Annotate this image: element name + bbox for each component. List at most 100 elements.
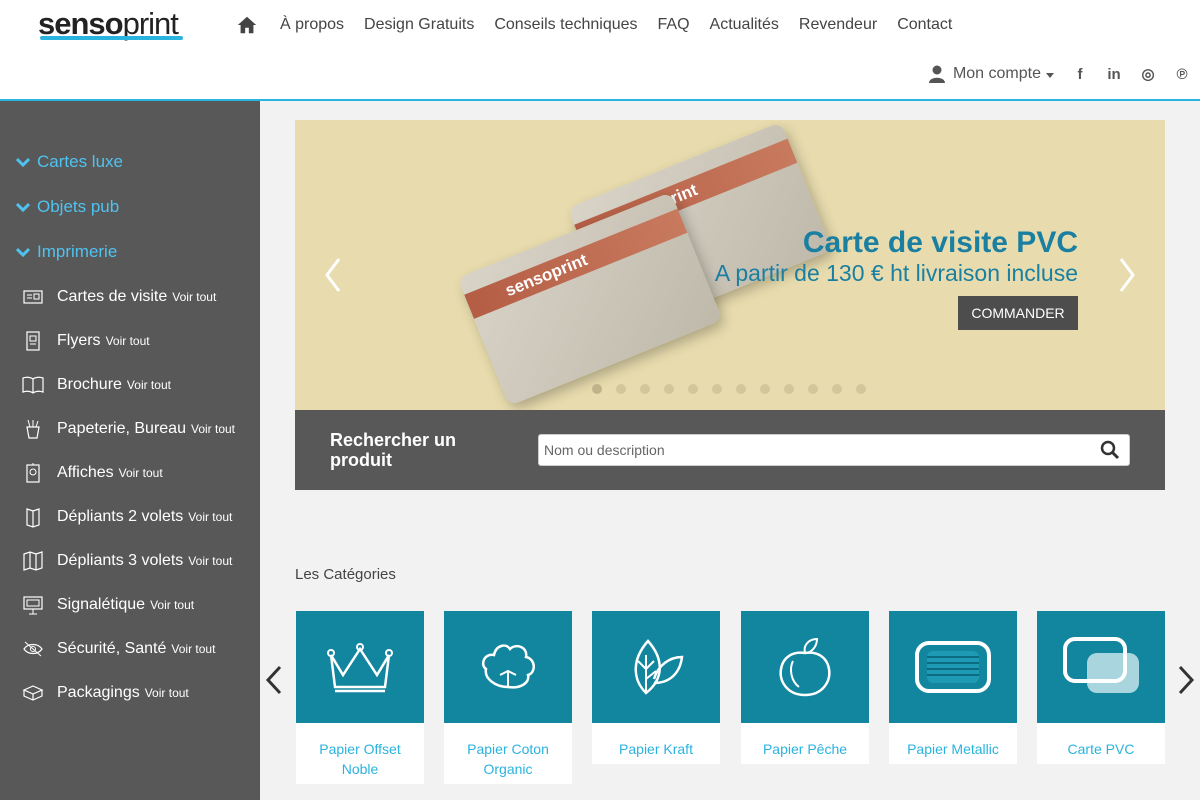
category-name: Papier Kraft <box>619 741 693 757</box>
pinterest-icon[interactable]: ℗ <box>1174 64 1190 84</box>
sidebar-item-packaging[interactable]: Packagings Voir tout <box>22 682 189 704</box>
home-icon[interactable] <box>236 14 258 36</box>
see-all-link[interactable]: Voir tout <box>119 466 163 480</box>
nav-about[interactable]: À propos <box>280 14 344 36</box>
category-tile-offset[interactable]: Papier Offset Noble <box>296 611 424 784</box>
see-all-link[interactable]: Voir tout <box>188 510 232 524</box>
sidebar-item-flyers[interactable]: Flyers Voir tout <box>22 330 150 352</box>
poster-icon <box>26 463 40 483</box>
sidebar-item-leaflet-2[interactable]: Dépliants 2 volets Voir tout <box>22 506 232 528</box>
facebook-icon[interactable]: f <box>1072 64 1088 84</box>
search-icon[interactable] <box>1100 440 1120 460</box>
user-icon <box>928 65 945 83</box>
stationery-icon <box>26 419 40 439</box>
slider-dot[interactable] <box>736 384 746 394</box>
slide-title: Carte de visite PVC <box>802 226 1078 259</box>
chevron-down-icon <box>16 247 30 258</box>
order-button[interactable]: COMMANDER <box>958 296 1078 330</box>
category-tile-cotton[interactable]: Papier Coton Organic <box>444 611 572 784</box>
sidebar-cat-promo-objects[interactable]: Objets pub <box>16 197 119 217</box>
search-bar: Rechercher un produit <box>295 410 1165 490</box>
see-all-link[interactable]: Voir tout <box>191 422 235 436</box>
peach-icon <box>779 637 831 697</box>
category-tile-pvc[interactable]: Carte PVC <box>1037 611 1165 764</box>
sidebar-item-safety[interactable]: Sécurité, Santé Voir tout <box>22 638 215 660</box>
slider-dot[interactable] <box>664 384 674 394</box>
nav-contact[interactable]: Contact <box>897 14 952 36</box>
sidebar-item-business-cards[interactable]: Cartes de visite Voir tout <box>22 286 216 308</box>
nav-news[interactable]: Actualités <box>710 14 779 36</box>
leaf-icon <box>634 639 684 695</box>
category-name: Papier Metallic <box>907 741 999 757</box>
chevron-down-icon <box>16 157 30 168</box>
chevron-left-icon[interactable] <box>264 664 284 696</box>
hero-slider: sensoprint sensoprint Carte de visite PV… <box>295 120 1165 410</box>
account-menu[interactable]: Mon compte <box>928 65 1054 83</box>
sidebar: Cartes luxe Objets pub Imprimerie Cartes… <box>0 101 260 800</box>
see-all-link[interactable]: Voir tout <box>150 598 194 612</box>
slider-dot[interactable] <box>640 384 650 394</box>
sidebar-item-leaflet-3[interactable]: Dépliants 3 volets Voir tout <box>22 550 232 572</box>
search-input[interactable] <box>538 434 1130 466</box>
chevron-right-icon[interactable] <box>1115 255 1139 295</box>
slide-subtitle: A partir de 130 € ht livraison incluse <box>714 260 1078 286</box>
slider-dot[interactable] <box>760 384 770 394</box>
category-name: Carte PVC <box>1067 741 1135 757</box>
package-icon <box>22 685 44 701</box>
slider-dot[interactable] <box>808 384 818 394</box>
slider-dots <box>592 384 880 394</box>
site-header: sensoprint À propos Design Gratuits Cons… <box>0 0 1200 101</box>
account-label: Mon compte <box>952 65 1041 82</box>
cotton-icon <box>482 644 535 689</box>
see-all-link[interactable]: Voir tout <box>106 334 150 348</box>
slider-dot[interactable] <box>856 384 866 394</box>
see-all-link[interactable]: Voir tout <box>145 686 189 700</box>
nav-tech-tips[interactable]: Conseils techniques <box>494 14 637 36</box>
sidebar-cat-luxury-cards[interactable]: Cartes luxe <box>16 152 123 172</box>
slider-dot[interactable] <box>616 384 626 394</box>
slider-dot[interactable] <box>712 384 722 394</box>
leaflet-2-icon <box>26 508 40 528</box>
pvc-card-icon <box>1063 637 1139 693</box>
category-tile-metallic[interactable]: Papier Metallic <box>889 611 1017 764</box>
business-card-icon <box>23 290 43 304</box>
category-name: Papier Pêche <box>762 741 848 757</box>
sidebar-item-brochure[interactable]: Brochure Voir tout <box>22 374 171 396</box>
nav-reseller[interactable]: Revendeur <box>799 14 877 36</box>
nav-free-designs[interactable]: Design Gratuits <box>364 14 474 36</box>
chevron-left-icon[interactable] <box>321 255 345 295</box>
slider-dot[interactable] <box>832 384 842 394</box>
see-all-link[interactable]: Voir tout <box>171 642 215 656</box>
instagram-icon[interactable]: ◎ <box>1140 64 1156 84</box>
sidebar-item-stationery[interactable]: Papeterie, Bureau Voir tout <box>22 418 235 440</box>
sidebar-item-signage[interactable]: Signalétique Voir tout <box>22 594 194 616</box>
crown-icon <box>327 643 393 693</box>
chevron-right-icon[interactable] <box>1176 664 1196 696</box>
safety-icon <box>23 641 43 657</box>
flyer-icon <box>26 331 40 351</box>
see-all-link[interactable]: Voir tout <box>172 290 216 304</box>
card-image: sensoprint <box>457 191 723 407</box>
signage-icon <box>23 596 43 615</box>
category-tile-peach[interactable]: Papier Pêche <box>741 611 869 764</box>
category-name: Papier Coton Organic <box>467 741 549 777</box>
linkedin-icon[interactable]: in <box>1106 64 1122 84</box>
slider-dot[interactable] <box>784 384 794 394</box>
main-nav: À propos Design Gratuits Conseils techni… <box>236 14 972 36</box>
category-tile-kraft[interactable]: Papier Kraft <box>592 611 720 764</box>
categories-title: Les Catégories <box>295 566 396 583</box>
sidebar-cat-printing[interactable]: Imprimerie <box>16 242 117 262</box>
book-icon <box>22 376 44 394</box>
see-all-link[interactable]: Voir tout <box>188 554 232 568</box>
leaflet-3-icon <box>23 551 43 571</box>
chevron-down-icon <box>1046 72 1054 78</box>
nav-faq[interactable]: FAQ <box>658 14 690 36</box>
category-name: Papier Offset Noble <box>319 741 401 777</box>
logo-underline <box>40 36 183 40</box>
see-all-link[interactable]: Voir tout <box>127 378 171 392</box>
sidebar-item-posters[interactable]: Affiches Voir tout <box>22 462 163 484</box>
account-bar: Mon compte f in ◎ ℗ <box>928 64 1200 84</box>
slider-dot[interactable] <box>688 384 698 394</box>
metallic-card-icon <box>915 641 991 693</box>
slider-dot[interactable] <box>592 384 602 394</box>
